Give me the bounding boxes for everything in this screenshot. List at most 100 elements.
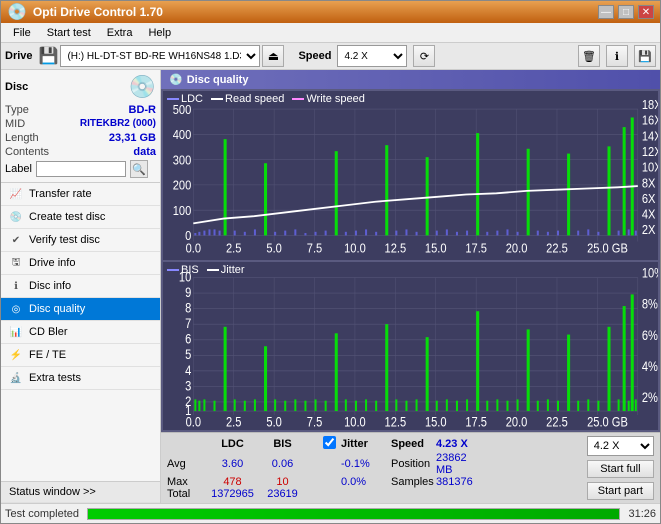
nav-fe-te-label: FE / TE: [29, 349, 66, 361]
menu-file[interactable]: File: [5, 25, 39, 41]
svg-text:7.5: 7.5: [307, 413, 322, 430]
jitter-checkbox[interactable]: [323, 436, 336, 449]
drive-info-icon: 🖫: [9, 256, 23, 270]
disc-label-input[interactable]: [36, 161, 126, 177]
svg-text:15.0: 15.0: [425, 240, 447, 255]
avg-jitter: -0.1%: [341, 452, 391, 476]
maximize-button[interactable]: □: [618, 5, 634, 19]
start-part-button[interactable]: Start part: [587, 482, 654, 500]
status-window-button[interactable]: Status window >>: [1, 481, 160, 503]
nav-verify-test-label: Verify test disc: [29, 234, 100, 246]
svg-text:2.5: 2.5: [226, 413, 241, 430]
write-speed-legend-label: Write speed: [306, 93, 365, 105]
speed-btn[interactable]: ⟳: [413, 45, 435, 67]
titlebar: 💿 Opti Drive Control 1.70 — □ ✕: [1, 1, 660, 23]
sidebar-item-create-test-disc[interactable]: 💿 Create test disc: [1, 206, 160, 229]
chart1-svg: 500 400 300 200 100 0 18X 16X 14X 12X 10…: [163, 91, 658, 260]
disc-length-value: 23,31 GB: [109, 132, 156, 144]
label-edit-button[interactable]: 🔍: [130, 160, 148, 178]
drive-label: Drive: [5, 50, 33, 62]
sidebar-item-cd-bler[interactable]: 📊 CD Bler: [1, 321, 160, 344]
svg-text:15.0: 15.0: [425, 413, 447, 430]
sidebar-item-drive-info[interactable]: 🖫 Drive info: [1, 252, 160, 275]
nav-disc-info-label: Disc info: [29, 280, 71, 292]
main-area: Disc 💿 Type BD-R MID RITEKBR2 (000) Leng…: [1, 70, 660, 503]
jitter-legend-color: [207, 269, 219, 271]
svg-text:2X: 2X: [642, 222, 656, 237]
disc-section-title: Disc: [5, 81, 28, 93]
svg-text:12.5: 12.5: [385, 240, 407, 255]
save-btn[interactable]: 💾: [634, 45, 656, 67]
close-button[interactable]: ✕: [638, 5, 654, 19]
svg-text:7.5: 7.5: [307, 240, 323, 255]
status-text: Test completed: [5, 508, 79, 520]
disc-length-row: Length 23,31 GB: [5, 132, 156, 144]
start-full-button[interactable]: Start full: [587, 460, 654, 478]
progress-fill: [88, 509, 619, 519]
menubar: File Start test Extra Help: [1, 23, 660, 43]
svg-text:5.0: 5.0: [266, 413, 281, 430]
verify-test-icon: ✔: [9, 233, 23, 247]
svg-text:16X: 16X: [642, 113, 658, 128]
bis-col-header: BIS: [260, 436, 305, 452]
svg-text:4: 4: [185, 361, 191, 378]
sidebar-item-transfer-rate[interactable]: 📈 Transfer rate: [1, 183, 160, 206]
menu-help[interactable]: Help: [140, 25, 179, 41]
disc-icon: 💿: [129, 74, 156, 100]
disc-contents-value: data: [133, 146, 156, 158]
speed-select[interactable]: 4.2 X: [337, 45, 407, 67]
sidebar-item-fe-te[interactable]: ⚡ FE / TE: [1, 344, 160, 367]
disc-mid-value: RITEKBR2 (000): [80, 118, 156, 130]
position-value: 23862 MB: [436, 452, 486, 476]
bottom-stats: LDC BIS Jitter Speed 4.23 X Avg 3.60 0.0…: [161, 432, 660, 503]
right-controls: 4.2 X Start full Start part: [587, 436, 654, 500]
status-window-label: Status window >>: [9, 486, 96, 498]
max-ldc: 478: [205, 476, 260, 488]
samples-value: 381376: [436, 476, 486, 488]
sidebar-item-disc-quality[interactable]: ◎ Disc quality: [1, 298, 160, 321]
nav-disc-quality-label: Disc quality: [29, 303, 85, 315]
sidebar-item-extra-tests[interactable]: 🔬 Extra tests: [1, 367, 160, 390]
menu-extra[interactable]: Extra: [99, 25, 141, 41]
disc-type-value: BD-R: [129, 104, 157, 116]
max-label: Max: [167, 476, 205, 488]
chart-ldc: LDC Read speed Write speed: [163, 91, 658, 260]
svg-text:17.5: 17.5: [465, 240, 487, 255]
speed-mini-select[interactable]: 4.2 X: [587, 436, 654, 456]
svg-text:6X: 6X: [642, 191, 656, 206]
jitter-col-header: Jitter: [341, 436, 391, 452]
quality-panel-icon: 💿: [169, 73, 183, 86]
svg-text:14X: 14X: [642, 128, 658, 143]
svg-text:5: 5: [185, 345, 191, 362]
eject-button[interactable]: ⏏: [262, 45, 284, 67]
drive-select[interactable]: (H:) HL-DT-ST BD-RE WH16NS48 1.D3: [60, 45, 260, 67]
quality-panel-title: Disc quality: [187, 74, 249, 86]
svg-text:10.0: 10.0: [344, 413, 366, 430]
jitter-legend-label: Jitter: [221, 264, 245, 276]
info-btn[interactable]: ℹ: [606, 45, 628, 67]
sidebar-item-disc-info[interactable]: ℹ Disc info: [1, 275, 160, 298]
svg-text:10X: 10X: [642, 160, 658, 175]
sidebar-item-verify-test-disc[interactable]: ✔ Verify test disc: [1, 229, 160, 252]
svg-text:22.5: 22.5: [546, 240, 568, 255]
disc-label-label: Label: [5, 163, 32, 175]
disc-mid-label: MID: [5, 118, 25, 130]
avg-label: Avg: [167, 452, 205, 476]
read-speed-legend-color: [211, 98, 223, 100]
app-title: Opti Drive Control 1.70: [33, 5, 163, 19]
disc-header: Disc 💿: [5, 74, 156, 100]
erase-btn[interactable]: 🗑: [578, 45, 600, 67]
total-bis: 23619: [260, 488, 305, 500]
svg-text:4%: 4%: [642, 357, 658, 374]
minimize-button[interactable]: —: [598, 5, 614, 19]
svg-text:17.5: 17.5: [465, 413, 487, 430]
svg-text:18X: 18X: [642, 97, 658, 112]
total-label: Total: [167, 488, 205, 500]
max-jitter: 0.0%: [341, 476, 391, 488]
position-label: Position: [391, 452, 436, 476]
svg-text:8: 8: [185, 299, 191, 316]
nav-extra-tests-label: Extra tests: [29, 372, 81, 384]
content-area: 💿 Disc quality LDC Read speed: [161, 70, 660, 503]
total-jitter: [341, 488, 391, 500]
menu-start-test[interactable]: Start test: [39, 25, 99, 41]
